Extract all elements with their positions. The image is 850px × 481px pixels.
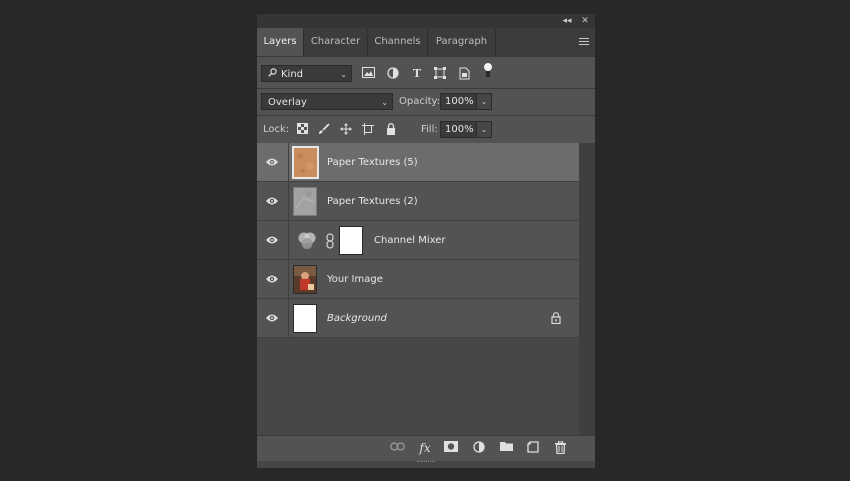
visibility-divider <box>288 182 289 221</box>
layers-scrollbar[interactable] <box>579 143 595 449</box>
filter-toggle-icon[interactable] <box>481 63 495 77</box>
layer-thumbnail[interactable] <box>292 146 319 179</box>
adjustment-filter-icon[interactable] <box>386 67 400 81</box>
layer-row[interactable]: Background <box>257 299 579 338</box>
fill-input[interactable]: 100% ⌄ <box>440 121 492 138</box>
layers-list: Paper Textures (5) Paper Textures (2) Ch… <box>257 143 579 339</box>
lock-position-icon[interactable] <box>339 123 353 137</box>
new-group-icon[interactable] <box>498 441 514 455</box>
layer-name[interactable]: Background <box>327 299 387 338</box>
tab-paragraph[interactable]: Paragraph <box>428 28 496 56</box>
fill-dropdown-icon[interactable]: ⌄ <box>476 121 492 138</box>
chevron-down-icon: ⌄ <box>340 70 347 79</box>
link-layers-icon[interactable] <box>389 441 405 455</box>
lock-label: Lock: <box>263 124 290 135</box>
kind-filter-select[interactable]: Kind ⌄ <box>261 65 352 82</box>
lock-image-pixels-icon[interactable] <box>317 123 331 137</box>
search-icon <box>268 66 277 83</box>
lock-artboard-icon[interactable] <box>361 123 375 137</box>
layer-thumbnail[interactable] <box>293 265 317 294</box>
chevron-down-icon: ⌄ <box>381 98 388 107</box>
opacity-dropdown-icon[interactable]: ⌄ <box>476 93 492 110</box>
tab-channels[interactable]: Channels <box>368 28 428 56</box>
new-layer-icon[interactable] <box>525 441 541 455</box>
shape-filter-icon[interactable] <box>433 67 447 81</box>
layer-name[interactable]: Paper Textures (5) <box>327 143 418 182</box>
visibility-eye-icon[interactable] <box>265 195 279 207</box>
image-filter-icon[interactable] <box>361 67 375 81</box>
channel-mixer-adjustment-icon[interactable] <box>297 231 317 251</box>
new-adjustment-icon[interactable] <box>471 441 487 455</box>
delete-layer-icon[interactable] <box>552 440 568 455</box>
collapse-panel-icon[interactable]: ◂◂ <box>561 14 573 28</box>
layer-mask-thumbnail[interactable] <box>339 226 363 255</box>
resize-grip[interactable] <box>417 461 435 464</box>
layer-lock-icon <box>551 312 561 325</box>
kind-filter-label: Kind <box>281 69 304 80</box>
blend-mode-value: Overlay <box>268 97 307 108</box>
tab-character[interactable]: Character <box>304 28 368 56</box>
opacity-label: Opacity: <box>399 96 441 107</box>
smart-object-filter-icon[interactable] <box>457 67 471 81</box>
layer-row[interactable]: Paper Textures (5) <box>257 143 579 182</box>
opacity-input[interactable]: 100% ⌄ <box>440 93 492 110</box>
layers-empty-area <box>257 339 579 449</box>
visibility-eye-icon[interactable] <box>265 156 279 168</box>
fill-value: 100% <box>445 124 474 135</box>
layers-panel: ◂◂ ✕ Layers Character Channels Paragraph… <box>257 14 595 468</box>
panel-menu-icon[interactable] <box>579 38 589 47</box>
blend-row: Overlay ⌄ Opacity: 100% ⌄ <box>257 88 595 115</box>
layer-name[interactable]: Paper Textures (2) <box>327 182 418 221</box>
layer-name[interactable]: Channel Mixer <box>374 221 446 260</box>
panel-tabs: Layers Character Channels Paragraph <box>257 28 595 56</box>
lock-transparent-pixels-icon[interactable] <box>295 123 309 137</box>
tab-layers[interactable]: Layers <box>257 28 304 56</box>
layer-filter-row: Kind ⌄ T <box>257 56 595 88</box>
blend-mode-select[interactable]: Overlay ⌄ <box>261 93 393 110</box>
layer-row[interactable]: Your Image <box>257 260 579 299</box>
visibility-divider <box>288 143 289 182</box>
fill-label: Fill: <box>421 124 438 135</box>
layer-thumbnail[interactable] <box>293 304 317 333</box>
visibility-divider <box>288 260 289 299</box>
close-panel-icon[interactable]: ✕ <box>579 14 591 28</box>
layer-row[interactable]: Paper Textures (2) <box>257 182 579 221</box>
layer-name[interactable]: Your Image <box>327 260 383 299</box>
visibility-eye-icon[interactable] <box>265 273 279 285</box>
layer-thumbnail[interactable] <box>293 187 317 216</box>
lock-all-icon[interactable] <box>384 123 398 137</box>
opacity-value: 100% <box>445 96 474 107</box>
layers-bottom-toolbar: fx <box>257 435 595 461</box>
type-filter-icon[interactable]: T <box>410 67 424 81</box>
panel-titlebar: ◂◂ ✕ <box>257 14 595 28</box>
visibility-eye-icon[interactable] <box>265 312 279 324</box>
visibility-divider <box>288 221 289 260</box>
layer-row[interactable]: Channel Mixer <box>257 221 579 260</box>
mask-link-icon[interactable] <box>326 233 334 249</box>
lock-row: Lock: Fill: 100% ⌄ <box>257 115 595 143</box>
fx-icon[interactable]: fx <box>417 441 433 455</box>
visibility-eye-icon[interactable] <box>265 234 279 246</box>
add-mask-icon[interactable] <box>443 441 459 455</box>
visibility-divider <box>288 299 289 338</box>
